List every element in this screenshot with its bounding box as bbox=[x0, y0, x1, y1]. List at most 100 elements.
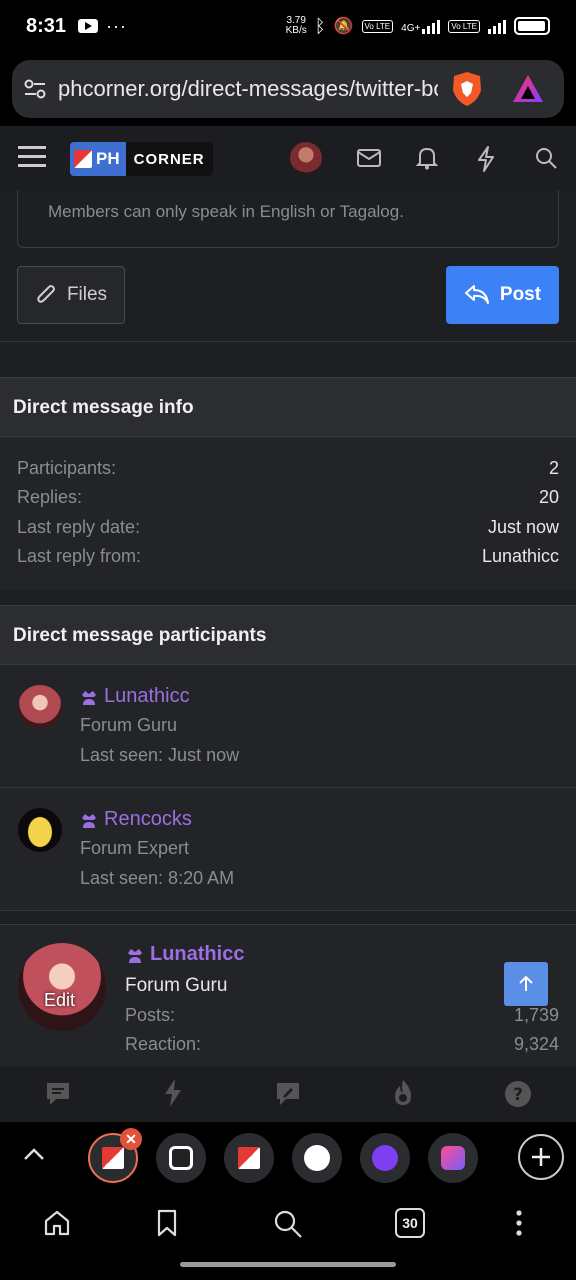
svg-text:?: ? bbox=[513, 1085, 523, 1105]
participant-last-seen: Last seen: Just now bbox=[80, 745, 240, 765]
staff-user-icon bbox=[82, 813, 96, 828]
gesture-home-bar[interactable] bbox=[180, 1262, 396, 1267]
bookmark-icon[interactable] bbox=[156, 1209, 178, 1237]
tab-thumbnail[interactable] bbox=[156, 1133, 206, 1183]
stat-posts-value: 1,739 bbox=[513, 1005, 559, 1025]
tab-count-button[interactable]: 30 bbox=[395, 1208, 425, 1238]
more-menu-icon[interactable] bbox=[512, 1209, 526, 1237]
net-speed: 3.79 KB/s bbox=[285, 15, 307, 36]
brave-shield-icon[interactable] bbox=[450, 70, 484, 108]
hamburger-menu-icon[interactable] bbox=[18, 144, 46, 170]
close-tab-icon[interactable]: ✕ bbox=[120, 1128, 142, 1150]
chevron-up-icon[interactable] bbox=[22, 1146, 46, 1162]
status-time: 8:31 bbox=[26, 14, 67, 37]
edit-avatar-label[interactable]: Edit bbox=[44, 990, 75, 1011]
write-post-icon[interactable] bbox=[274, 1080, 302, 1108]
post-reply-button[interactable]: Post bbox=[446, 266, 559, 324]
volte-badge-2: Vo LTE bbox=[448, 19, 480, 33]
tab-site-icon bbox=[304, 1145, 330, 1171]
participants-heading: Direct message participants bbox=[13, 625, 267, 646]
participant-title: Forum Expert bbox=[80, 838, 190, 858]
bolt-icon[interactable] bbox=[162, 1078, 184, 1108]
battery-icon bbox=[514, 17, 550, 35]
tab-thumbnail[interactable] bbox=[428, 1133, 478, 1183]
profile-name[interactable]: Lunathicc bbox=[150, 943, 244, 966]
stat-reaction-value: 9,324 bbox=[513, 1034, 559, 1054]
tab-thumbnail[interactable] bbox=[360, 1133, 410, 1183]
tab-site-icon bbox=[169, 1146, 193, 1170]
participant-title: Forum Guru bbox=[80, 715, 178, 735]
phcorner-tab-icon bbox=[238, 1147, 260, 1169]
stat-reaction-label: Reaction: bbox=[125, 1034, 202, 1054]
dm-info-header: Direct message info bbox=[0, 377, 576, 437]
info-row-last-reply-from: Last reply from: Lunathicc bbox=[17, 546, 559, 566]
tab-thumbnail-partial[interactable] bbox=[496, 1133, 516, 1183]
message-input[interactable]: Members can only speak in English or Tag… bbox=[17, 190, 559, 248]
octopus-tab-icon bbox=[372, 1145, 398, 1171]
participant-name[interactable]: Rencocks bbox=[104, 808, 192, 831]
browser-toolbar: phcorner.org/direct-messages/twitter-bo bbox=[0, 52, 576, 126]
info-row-last-reply-date: Last reply date: Just now bbox=[17, 517, 559, 537]
paperclip-icon bbox=[37, 285, 55, 303]
dm-info-body: Participants: 2 Replies: 20 Last reply d… bbox=[0, 437, 576, 590]
url-text[interactable]: phcorner.org/direct-messages/twitter-bo bbox=[58, 76, 438, 102]
message-input-placeholder: Members can only speak in English or Tag… bbox=[48, 202, 404, 221]
search-icon[interactable] bbox=[534, 146, 558, 170]
inbox-icon[interactable] bbox=[357, 148, 381, 168]
profile-avatar[interactable]: Edit bbox=[18, 943, 106, 1031]
site-logo[interactable]: PH CORNER bbox=[70, 142, 213, 176]
info-row-replies: Replies: 20 bbox=[17, 487, 559, 507]
volte-badge: Vo LTE bbox=[361, 19, 394, 33]
signal-2-icon bbox=[488, 18, 506, 34]
profile-card: Edit Lunathicc Forum Guru Posts: 1,739 R… bbox=[0, 924, 576, 1066]
new-tab-button[interactable] bbox=[518, 1134, 564, 1180]
info-row-participants: Participants: 2 bbox=[17, 458, 559, 478]
participants-list: Lunathicc Forum Guru Last seen: Just now… bbox=[0, 665, 576, 911]
scroll-to-top-button[interactable] bbox=[504, 962, 548, 1006]
chick-avatar-icon bbox=[28, 817, 52, 847]
tab-strip bbox=[0, 1122, 576, 1194]
trending-fire-icon[interactable] bbox=[389, 1078, 417, 1108]
stat-posts-label: Posts: bbox=[125, 1005, 176, 1025]
youtube-icon bbox=[78, 19, 99, 33]
site-bottom-nav: ? bbox=[0, 1066, 576, 1122]
help-icon[interactable]: ? bbox=[504, 1080, 532, 1108]
profile-title: Forum Guru bbox=[125, 975, 228, 996]
participant-avatar[interactable] bbox=[18, 685, 62, 729]
phcorner-tab-icon bbox=[102, 1147, 124, 1169]
site-header: PH CORNER bbox=[0, 126, 576, 190]
attach-files-button[interactable]: Files bbox=[17, 266, 125, 324]
site-settings-icon[interactable] bbox=[22, 76, 48, 102]
bluetooth-icon: ᛒ bbox=[314, 15, 326, 36]
mute-icon: 🔕 bbox=[333, 18, 354, 35]
home-icon[interactable] bbox=[43, 1209, 71, 1237]
address-bar[interactable]: phcorner.org/direct-messages/twitter-bo bbox=[12, 60, 564, 118]
participant-last-seen: Last seen: 8:20 AM bbox=[80, 868, 235, 888]
browser-bottom-nav: 30 bbox=[0, 1194, 576, 1280]
staff-user-icon bbox=[128, 948, 142, 963]
tab-thumbnail[interactable] bbox=[224, 1133, 274, 1183]
plus-icon bbox=[532, 1148, 550, 1166]
participant-item: Rencocks Forum Expert Last seen: 8:20 AM bbox=[0, 788, 576, 911]
search-icon[interactable] bbox=[273, 1209, 303, 1239]
tab-site-icon bbox=[441, 1146, 465, 1170]
tab-thumbnail[interactable] bbox=[292, 1133, 342, 1183]
reply-arrow-icon bbox=[464, 285, 489, 304]
participant-avatar[interactable] bbox=[18, 808, 62, 852]
signal-1: 4G+ bbox=[401, 18, 441, 34]
divider bbox=[0, 341, 576, 342]
participant-item: Lunathicc Forum Guru Last seen: Just now bbox=[0, 665, 576, 788]
chat-icon[interactable] bbox=[44, 1080, 72, 1108]
user-avatar[interactable] bbox=[290, 142, 322, 174]
brave-rewards-icon[interactable] bbox=[510, 72, 546, 106]
cube-logo-icon bbox=[74, 150, 92, 168]
dm-info-heading: Direct message info bbox=[13, 397, 194, 418]
participants-header: Direct message participants bbox=[0, 605, 576, 665]
more-dots-icon: ··· bbox=[106, 15, 128, 36]
bell-icon[interactable] bbox=[416, 146, 438, 170]
status-bar: 8:31 ··· 3.79 KB/s ᛒ 🔕 Vo LTE 4G+ Vo LTE bbox=[0, 0, 576, 52]
whats-new-bolt-icon[interactable] bbox=[476, 146, 496, 172]
participant-name[interactable]: Lunathicc bbox=[104, 685, 190, 708]
staff-user-icon bbox=[82, 690, 96, 705]
arrow-up-icon bbox=[519, 975, 533, 991]
